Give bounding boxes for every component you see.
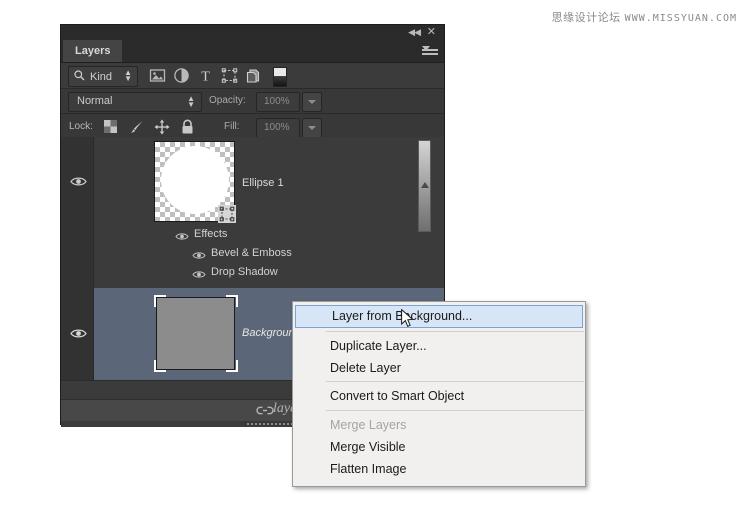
eye-icon[interactable] [70, 327, 87, 341]
menu-item-label: Flatten Image [330, 458, 406, 481]
blend-mode-row: Normal ▲▼ Opacity: 100% [61, 89, 444, 114]
filter-kind-label: Kind [90, 71, 112, 83]
layer-context-menu[interactable]: Layer from Background... Duplicate Layer… [292, 301, 586, 487]
filter-adjustment-layers-icon[interactable] [173, 67, 190, 84]
background-thumbnail-preview [156, 297, 235, 370]
menu-item-merge-visible[interactable]: Merge Visible [293, 436, 585, 459]
blend-mode-value: Normal [77, 95, 112, 107]
effects-group-label[interactable]: Effects [194, 228, 227, 240]
search-icon [74, 68, 85, 86]
effect-item-label[interactable]: Drop Shadow [211, 266, 278, 278]
fill-value: 100% [264, 122, 290, 133]
filter-kind-stepper-icon[interactable]: ▲▼ [124, 70, 132, 82]
filter-shape-layers-icon[interactable] [221, 67, 238, 84]
menu-item-flatten-image[interactable]: Flatten Image [293, 458, 585, 481]
menu-item-duplicate-layer[interactable]: Duplicate Layer... [293, 335, 585, 358]
lock-label: Lock: [69, 121, 93, 132]
panel-menu-icon[interactable] [422, 44, 438, 57]
menu-item-convert-to-smart-object[interactable]: Convert to Smart Object [293, 385, 585, 408]
menu-item-layer-from-background[interactable]: Layer from Background... [295, 305, 583, 328]
opacity-value: 100% [264, 96, 290, 107]
blend-mode-select[interactable]: Normal ▲▼ [68, 92, 202, 112]
filter-pixel-layers-icon[interactable] [149, 67, 166, 84]
effect-item-label[interactable]: Bevel & Emboss [211, 247, 292, 259]
scroll-up-arrow-icon [421, 182, 429, 188]
close-icon[interactable]: ✕ [427, 26, 436, 39]
lock-position-icon[interactable] [154, 119, 170, 135]
menu-item-label: Convert to Smart Object [330, 385, 464, 408]
eye-icon[interactable] [175, 229, 189, 241]
fill-input[interactable]: 100% [256, 118, 300, 138]
layer-thumbnail[interactable] [154, 295, 238, 373]
layer-list-scrollbar[interactable] [418, 140, 431, 232]
fill-slider-dropdown[interactable] [302, 118, 322, 138]
menu-item-label: Delete Layer [330, 357, 401, 380]
eye-icon[interactable] [192, 267, 206, 279]
menu-item-label: Merge Visible [330, 436, 406, 459]
layer-filter-row: Kind ▲▼ T [61, 63, 444, 89]
lock-all-icon[interactable] [180, 119, 196, 135]
layer-name[interactable]: Ellipse 1 [242, 177, 284, 189]
link-layers-icon[interactable] [256, 403, 274, 423]
table-row[interactable]: Ellipse 1 fx Effects Bevel & Emboss Drop… [61, 137, 444, 288]
filter-type-layers-icon[interactable]: T [197, 67, 214, 84]
visibility-gutter [61, 137, 94, 288]
layer-thumbnail[interactable] [154, 141, 235, 222]
opacity-input[interactable]: 100% [256, 92, 300, 112]
opacity-label: Opacity: [209, 95, 246, 106]
menu-item-label: Duplicate Layer... [330, 335, 427, 358]
filter-smart-object-icon[interactable] [245, 67, 262, 84]
tab-layers[interactable]: Layers [63, 40, 122, 62]
watermark-url-text: WWW.MISSYUAN.COM [625, 13, 737, 24]
mouse-pointer-icon [401, 309, 414, 328]
opacity-slider-dropdown[interactable] [302, 92, 322, 112]
vector-mask-badge-icon [218, 205, 236, 223]
panel-titlebar: ◀◀ ✕ [61, 25, 444, 40]
svg-text:T: T [201, 70, 210, 85]
lock-transparent-pixels-icon[interactable] [103, 119, 119, 135]
lock-image-pixels-icon[interactable] [129, 119, 145, 135]
filter-toggle-icon[interactable] [273, 67, 287, 87]
eye-icon[interactable] [70, 175, 87, 189]
watermark-cn-text: 思缘设计论坛 [552, 11, 621, 24]
menu-item-merge-layers: Merge Layers [293, 414, 585, 437]
blend-mode-stepper-icon[interactable]: ▲▼ [187, 96, 195, 108]
collapse-to-icons-icon[interactable]: ◀◀ [408, 26, 420, 39]
panel-tabstrip: Layers [61, 40, 444, 63]
filter-kind-select[interactable]: Kind ▲▼ [68, 66, 138, 87]
menu-item-label: Merge Layers [330, 414, 406, 437]
eye-icon[interactable] [192, 248, 206, 260]
ellipse-shape-preview [161, 146, 229, 214]
menu-item-delete-layer[interactable]: Delete Layer [293, 357, 585, 380]
fill-label: Fill: [224, 121, 240, 132]
